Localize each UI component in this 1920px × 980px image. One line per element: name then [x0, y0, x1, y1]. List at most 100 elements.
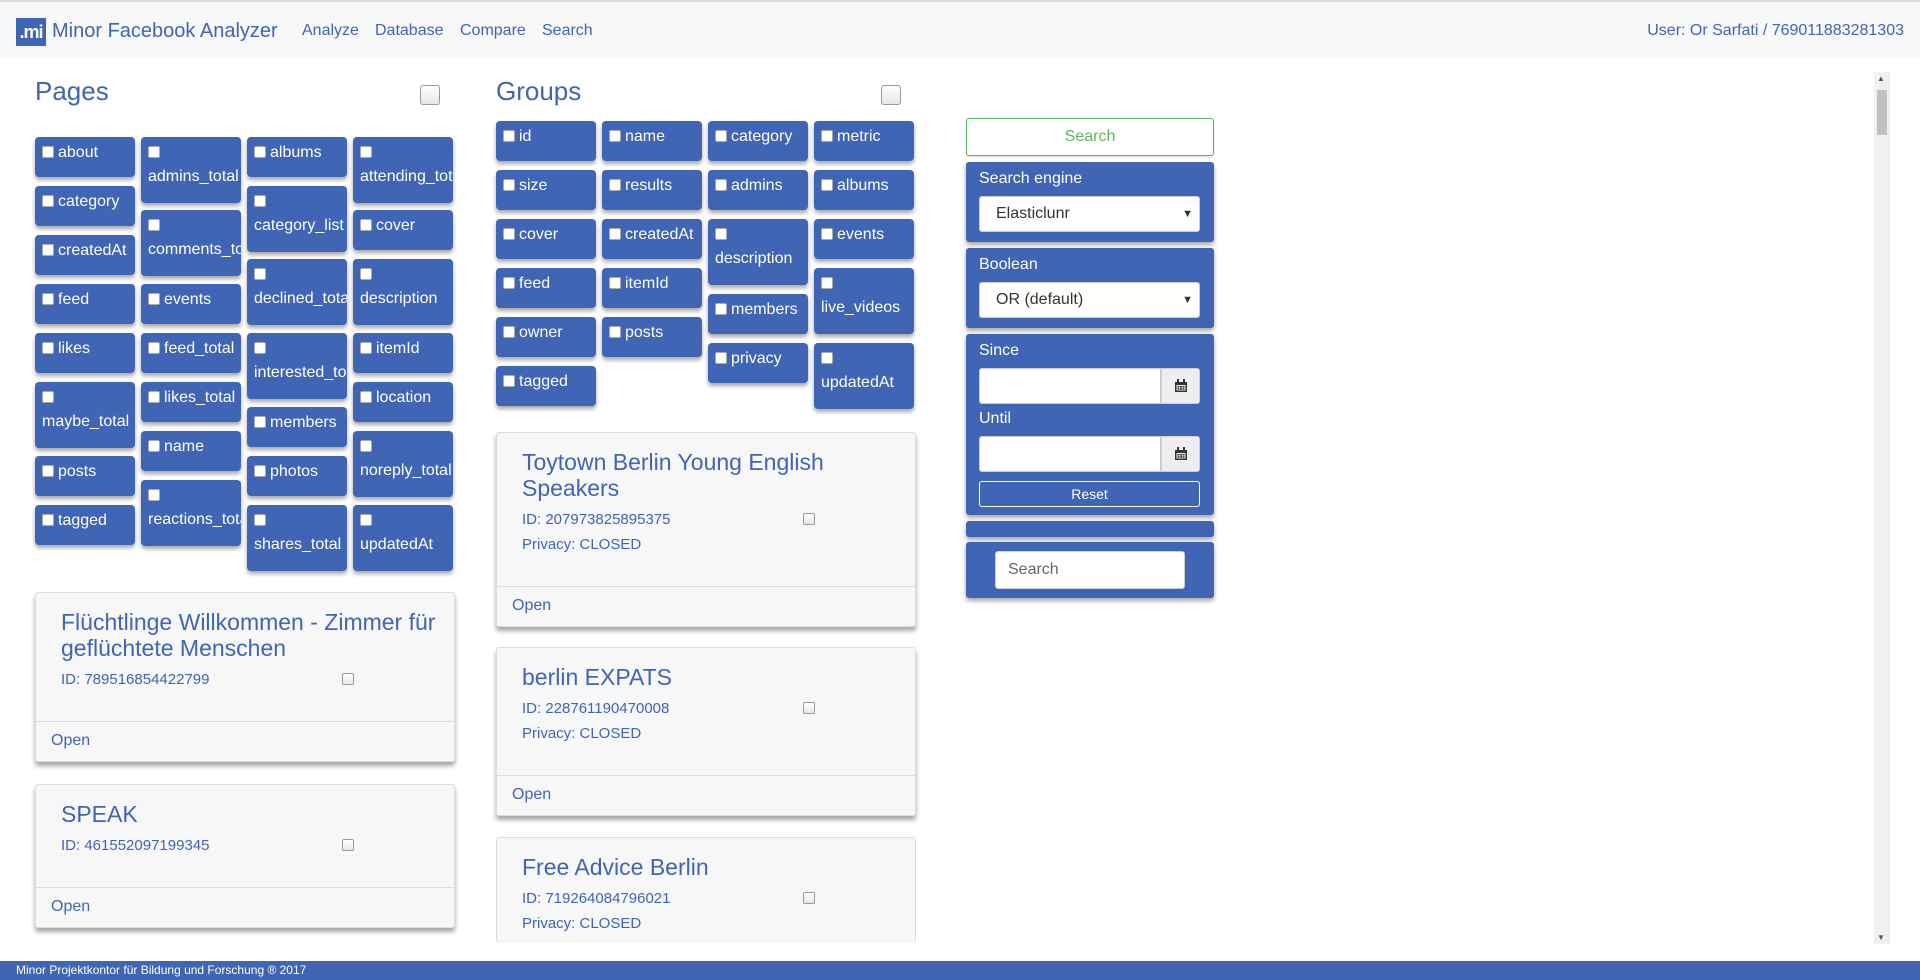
pages-field-chip[interactable]: photos — [247, 456, 347, 496]
scroll-thumb[interactable] — [1877, 90, 1887, 135]
boolean-select[interactable]: OR (default) ▼ — [979, 282, 1200, 318]
pages-field-chip[interactable]: location — [353, 382, 453, 422]
pages-field-chip[interactable]: category_list — [247, 186, 347, 252]
groups-field-checkbox[interactable] — [821, 179, 833, 191]
pages-field-checkbox[interactable] — [254, 268, 266, 280]
app-title[interactable]: Minor Facebook Analyzer — [52, 20, 278, 43]
scroll-up-arrow-icon[interactable]: ▲ — [1877, 74, 1885, 83]
groups-field-chip[interactable]: privacy — [708, 343, 808, 383]
group-result-title[interactable]: Toytown Berlin Young English Speakers — [522, 449, 882, 501]
pages-field-chip[interactable]: reactions_total — [141, 480, 241, 546]
nav-compare[interactable]: Compare — [460, 22, 526, 40]
groups-field-checkbox[interactable] — [609, 277, 621, 289]
groups-field-checkbox[interactable] — [609, 130, 621, 142]
pages-field-checkbox[interactable] — [42, 293, 54, 305]
groups-field-chip[interactable]: tagged — [496, 366, 596, 406]
groups-field-chip[interactable]: createdAt — [602, 219, 702, 259]
pages-field-chip[interactable]: interested_total — [247, 333, 347, 399]
open-link[interactable]: Open — [512, 597, 551, 615]
pages-field-chip[interactable]: events — [141, 284, 241, 324]
pages-field-chip[interactable]: createdAt — [35, 235, 135, 275]
groups-field-chip[interactable]: updatedAt — [814, 343, 914, 409]
pages-field-chip[interactable]: updatedAt — [353, 505, 453, 571]
groups-field-chip[interactable]: live_videos — [814, 268, 914, 334]
groups-field-chip[interactable]: itemId — [602, 268, 702, 308]
groups-field-chip[interactable]: name — [602, 121, 702, 161]
pages-select-all-checkbox[interactable] — [420, 85, 440, 105]
pages-field-checkbox[interactable] — [254, 146, 266, 158]
pages-field-checkbox[interactable] — [148, 293, 160, 305]
reset-button[interactable]: Reset — [979, 481, 1200, 507]
pages-field-chip[interactable]: admins_total — [141, 137, 241, 203]
groups-field-checkbox[interactable] — [821, 352, 833, 364]
page-result-title[interactable]: Flüchtlinge Willkommen - Zimmer für gefl… — [61, 609, 441, 661]
groups-field-checkbox[interactable] — [503, 228, 515, 240]
pages-field-checkbox[interactable] — [254, 465, 266, 477]
groups-field-checkbox[interactable] — [715, 303, 727, 315]
pages-field-checkbox[interactable] — [42, 342, 54, 354]
groups-field-chip[interactable]: id — [496, 121, 596, 161]
group-result-checkbox[interactable] — [803, 702, 815, 714]
pages-field-chip[interactable]: maybe_total — [35, 382, 135, 448]
pages-field-checkbox[interactable] — [148, 391, 160, 403]
groups-field-checkbox[interactable] — [715, 228, 727, 240]
nav-search[interactable]: Search — [542, 22, 593, 40]
page-result-title[interactable]: SPEAK — [61, 801, 441, 827]
pages-field-checkbox[interactable] — [148, 146, 160, 158]
pages-field-checkbox[interactable] — [360, 268, 372, 280]
groups-field-chip[interactable]: category — [708, 121, 808, 161]
pages-field-checkbox[interactable] — [360, 440, 372, 452]
groups-field-chip[interactable]: metric — [814, 121, 914, 161]
groups-field-checkbox[interactable] — [503, 277, 515, 289]
groups-field-chip[interactable]: size — [496, 170, 596, 210]
groups-field-chip[interactable]: description — [708, 219, 808, 285]
groups-field-chip[interactable]: members — [708, 294, 808, 334]
groups-field-chip[interactable]: events — [814, 219, 914, 259]
pages-field-chip[interactable]: attending_total — [353, 137, 453, 203]
pages-field-chip[interactable]: about — [35, 137, 135, 177]
pages-field-chip[interactable]: posts — [35, 456, 135, 496]
pages-field-checkbox[interactable] — [254, 514, 266, 526]
pages-field-checkbox[interactable] — [254, 416, 266, 428]
groups-field-chip[interactable]: cover — [496, 219, 596, 259]
pages-field-chip[interactable]: description — [353, 259, 453, 325]
search-button[interactable]: Search — [966, 118, 1214, 156]
pages-field-chip[interactable]: shares_total — [247, 505, 347, 571]
group-result-title[interactable]: Free Advice Berlin — [522, 854, 882, 880]
pages-field-chip[interactable]: likes_total — [141, 382, 241, 422]
pages-field-chip[interactable]: feed_total — [141, 333, 241, 373]
pages-field-chip[interactable]: albums — [247, 137, 347, 177]
pages-field-chip[interactable]: likes — [35, 333, 135, 373]
pages-field-checkbox[interactable] — [360, 391, 372, 403]
open-link[interactable]: Open — [51, 898, 90, 916]
groups-field-chip[interactable]: albums — [814, 170, 914, 210]
pages-field-checkbox[interactable] — [360, 219, 372, 231]
groups-field-checkbox[interactable] — [503, 375, 515, 387]
group-result-title[interactable]: berlin EXPATS — [522, 664, 882, 690]
groups-field-checkbox[interactable] — [609, 326, 621, 338]
groups-field-checkbox[interactable] — [821, 277, 833, 289]
pages-field-checkbox[interactable] — [254, 342, 266, 354]
groups-field-checkbox[interactable] — [821, 228, 833, 240]
groups-field-checkbox[interactable] — [821, 130, 833, 142]
pages-field-chip[interactable]: members — [247, 407, 347, 447]
until-calendar-button[interactable] — [1161, 436, 1200, 472]
groups-field-chip[interactable]: feed — [496, 268, 596, 308]
pages-field-checkbox[interactable] — [360, 342, 372, 354]
pages-field-chip[interactable]: category — [35, 186, 135, 226]
pages-field-chip[interactable]: name — [141, 431, 241, 471]
groups-field-checkbox[interactable] — [503, 130, 515, 142]
pages-field-chip[interactable]: declined_total — [247, 259, 347, 325]
groups-field-chip[interactable]: posts — [602, 317, 702, 357]
pages-field-chip[interactable]: tagged — [35, 505, 135, 545]
since-date-input[interactable] — [979, 368, 1161, 404]
pages-field-chip[interactable]: itemId — [353, 333, 453, 373]
pages-field-checkbox[interactable] — [148, 342, 160, 354]
until-date-input[interactable] — [979, 436, 1161, 472]
groups-field-checkbox[interactable] — [715, 352, 727, 364]
groups-field-chip[interactable]: results — [602, 170, 702, 210]
group-result-checkbox[interactable] — [803, 513, 815, 525]
group-result-checkbox[interactable] — [803, 892, 815, 904]
page-result-checkbox[interactable] — [342, 839, 354, 851]
groups-field-checkbox[interactable] — [609, 228, 621, 240]
